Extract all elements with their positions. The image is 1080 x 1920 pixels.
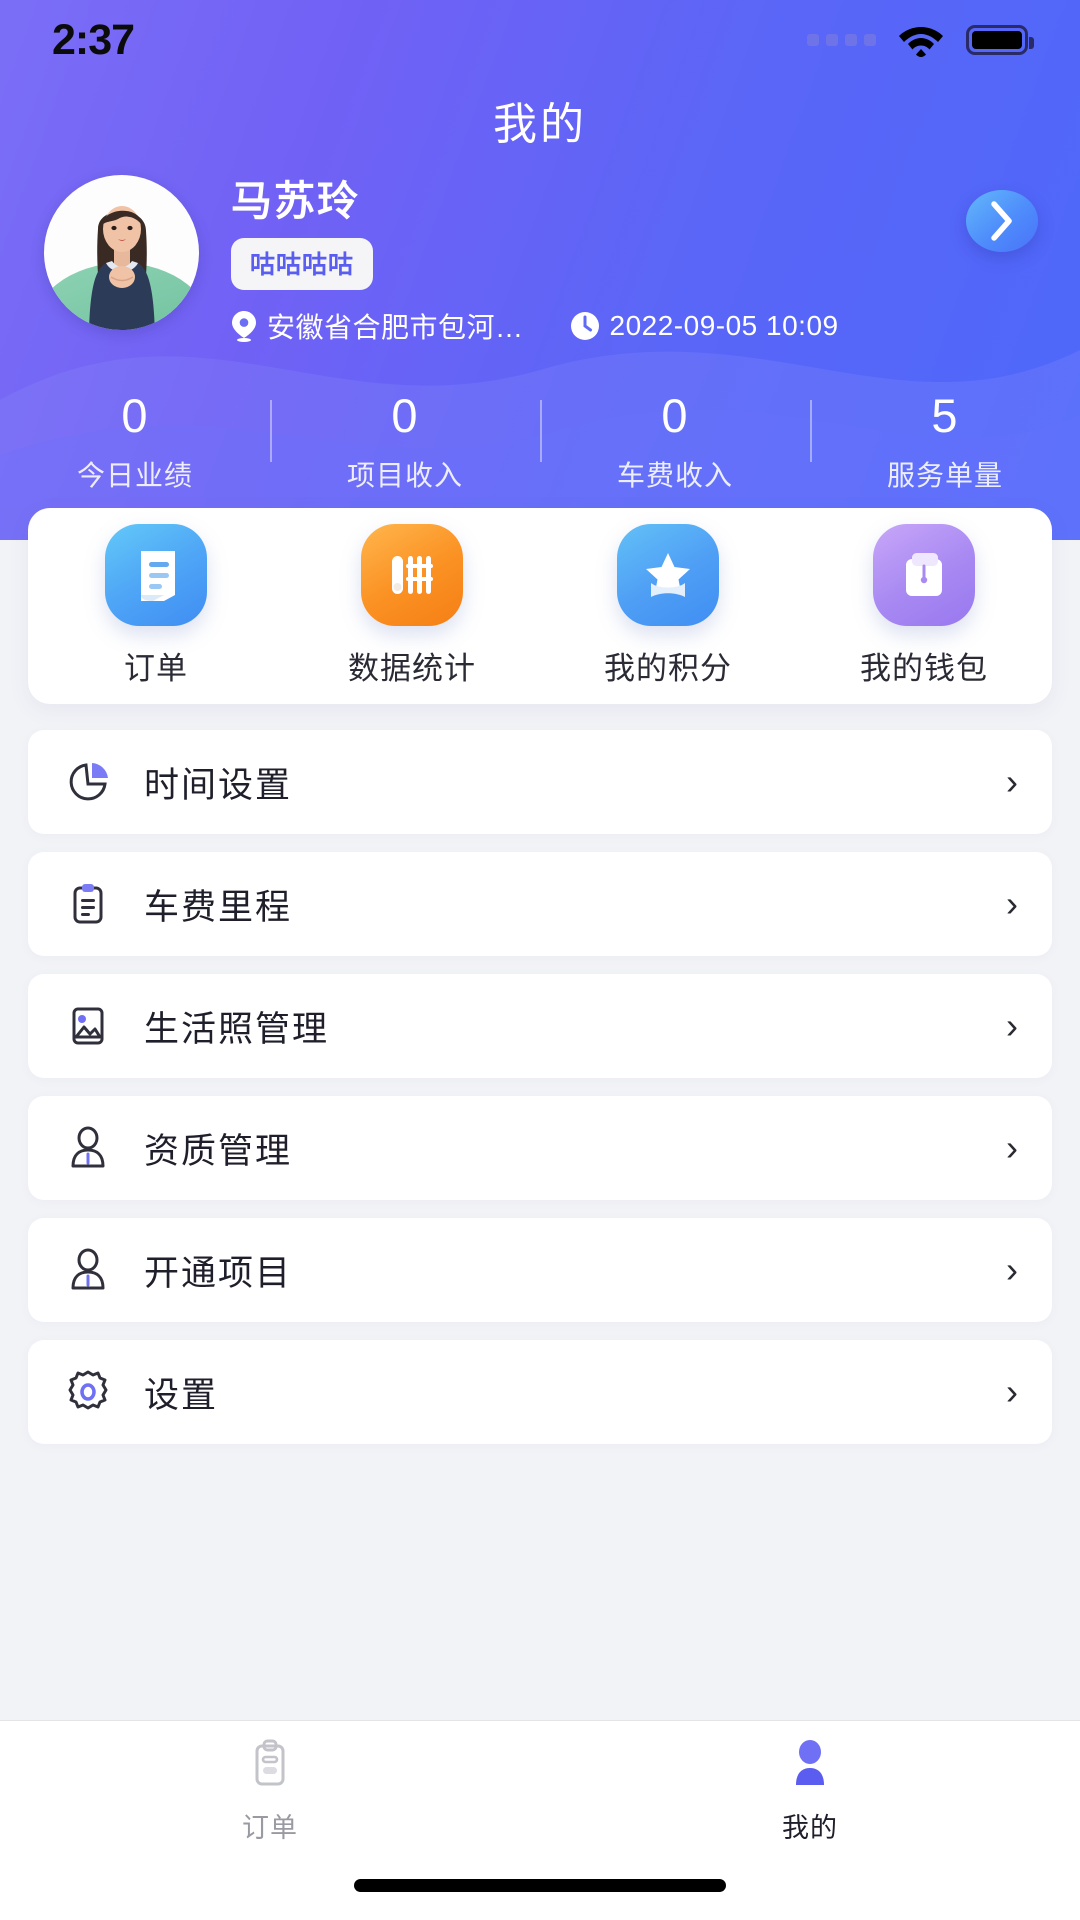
stat-today-performance[interactable]: 0 今日业绩: [0, 388, 270, 498]
user-badge-icon: [62, 1244, 114, 1296]
menu-item-label: 车费里程: [144, 887, 293, 927]
location-text: 安徽省合肥市包河…: [267, 312, 524, 344]
time-row: 2022-09-05 10:09: [570, 310, 839, 342]
menu-item-time-settings[interactable]: 时间设置 ›: [28, 730, 1052, 834]
stat-value: 0: [121, 389, 149, 442]
chevron-right-icon: ›: [1006, 883, 1018, 924]
star-badge-icon: [617, 524, 719, 626]
chevron-right-icon: [991, 201, 1012, 241]
page-title: 我的: [493, 100, 587, 149]
quick-action-label: 我的积分: [604, 651, 732, 686]
tab-list: 订单 我的: [0, 1721, 1080, 1861]
tab-label: 我的: [782, 1813, 838, 1843]
stat-value: 5: [931, 389, 959, 442]
tab-orders[interactable]: 订单: [0, 1721, 540, 1861]
profile-meta-row: 安徽省合肥市包河… 2022-09-05 10:09: [231, 306, 839, 346]
tab-label: 订单: [242, 1813, 298, 1843]
profile-detail-button[interactable]: [966, 190, 1038, 252]
clock-icon: [570, 312, 599, 341]
image-icon: [62, 1000, 114, 1052]
user-badge-icon: [62, 1122, 114, 1174]
wifi-icon: [899, 27, 943, 57]
menu-item-label: 资质管理: [144, 1131, 293, 1171]
status-time: 2:37: [52, 15, 135, 64]
quick-action-label: 我的钱包: [860, 651, 988, 686]
stat-label: 项目收入: [346, 460, 463, 491]
pie-chart-icon: [62, 756, 114, 808]
status-bar: 2:37: [0, 0, 1080, 80]
stat-value: 0: [661, 389, 689, 442]
menu-item-open-projects[interactable]: 开通项目 ›: [28, 1218, 1052, 1322]
location-row: 安徽省合肥市包河…: [231, 306, 524, 346]
bottom-tab-bar: 订单 我的: [0, 1720, 1080, 1920]
menu-item-label: 生活照管理: [144, 1009, 330, 1049]
status-indicators: [807, 23, 1034, 57]
chevron-right-icon: ›: [1006, 1005, 1018, 1046]
clipboard-icon: [62, 878, 114, 930]
quick-action-label: 订单: [124, 651, 188, 686]
quick-action-points[interactable]: 我的积分: [540, 524, 796, 688]
home-indicator: [354, 1879, 726, 1892]
stat-label: 服务单量: [886, 460, 1003, 491]
user-tag-badge: 咕咕咕咕: [231, 238, 374, 291]
settings-menu-list: 时间设置 › 车费里程 › 生活照管理 › 资质管理 › 开通项目 › 设置 ›: [28, 730, 1052, 1462]
avatar-person-illustration: [88, 206, 155, 330]
app-screen: 2:37 我的 马苏玲 咕咕咕咕 安徽省合肥市包河… 2022-09-05 10…: [0, 0, 1080, 1920]
gear-icon: [62, 1366, 114, 1418]
receipt-icon: [105, 524, 207, 626]
menu-item-life-photos[interactable]: 生活照管理 ›: [28, 974, 1052, 1078]
menu-item-label: 开通项目: [144, 1253, 293, 1293]
abacus-icon: [361, 524, 463, 626]
profile-block: 马苏玲 咕咕咕咕 安徽省合肥市包河… 2022-09-05 10:09: [0, 175, 1080, 343]
chevron-right-icon: ›: [1006, 761, 1018, 802]
time-text: 2022-09-05 10:09: [609, 310, 839, 342]
quick-action-label: 数据统计: [348, 651, 476, 686]
menu-item-label: 设置: [144, 1375, 219, 1415]
quick-action-wallet[interactable]: 我的钱包: [796, 524, 1052, 688]
chevron-right-icon: ›: [1006, 1127, 1018, 1168]
profile-info: 马苏玲 咕咕咕咕 安徽省合肥市包河… 2022-09-05 10:09: [231, 175, 839, 346]
menu-item-label: 时间设置: [144, 765, 293, 805]
clipboard-icon: [255, 1739, 285, 1786]
stat-label: 今日业绩: [76, 460, 193, 491]
stats-row: 0 今日业绩 0 项目收入 0 车费收入 5 服务单量: [0, 388, 1080, 498]
stat-project-income[interactable]: 0 项目收入: [270, 388, 540, 498]
quick-action-statistics[interactable]: 数据统计: [284, 524, 540, 688]
stat-fare-income[interactable]: 0 车费收入: [540, 388, 810, 498]
quick-actions-card: 订单 数据统计 我的积分 我的钱包: [28, 508, 1052, 704]
quick-action-orders[interactable]: 订单: [28, 524, 284, 688]
chevron-right-icon: ›: [1006, 1249, 1018, 1290]
signal-dots-icon: [807, 34, 876, 46]
stat-value: 0: [391, 389, 419, 442]
stat-label: 车费收入: [616, 460, 733, 491]
menu-item-fare-mileage[interactable]: 车费里程 ›: [28, 852, 1052, 956]
avatar[interactable]: [44, 175, 199, 330]
tab-profile[interactable]: 我的: [540, 1721, 1080, 1861]
menu-item-qualification[interactable]: 资质管理 ›: [28, 1096, 1052, 1200]
person-icon: [796, 1740, 824, 1785]
user-name: 马苏玲: [231, 178, 360, 224]
wallet-icon: [873, 524, 975, 626]
location-pin-icon: [232, 311, 256, 343]
stat-service-orders[interactable]: 5 服务单量: [810, 388, 1080, 498]
chevron-right-icon: ›: [1006, 1371, 1018, 1412]
menu-item-settings[interactable]: 设置 ›: [28, 1340, 1052, 1444]
battery-full-icon: [966, 25, 1034, 55]
